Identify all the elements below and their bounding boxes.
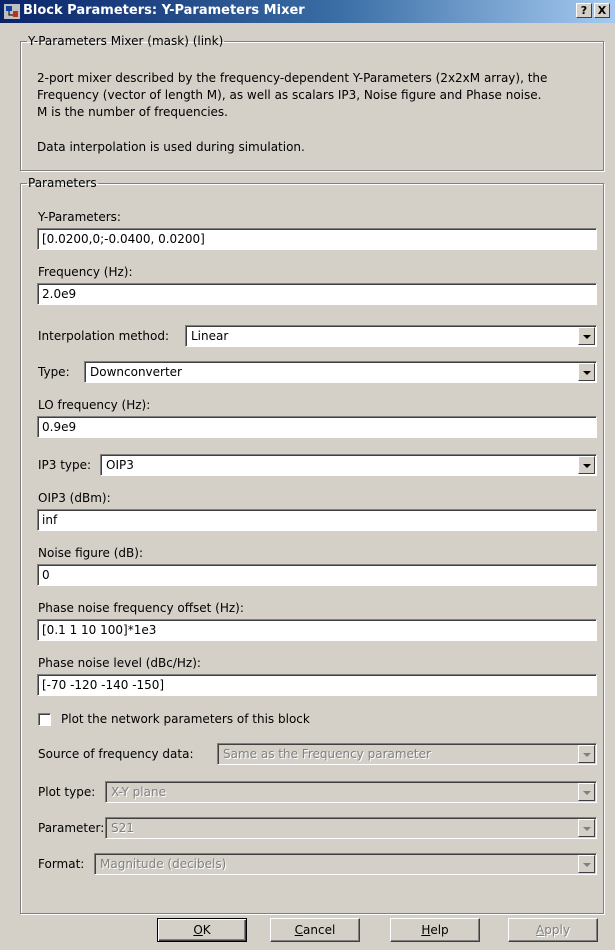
window-title: Block Parameters: Y-Parameters Mixer: [23, 3, 305, 18]
oip3-field[interactable]: inf: [37, 509, 597, 531]
ok-button[interactable]: OK: [157, 918, 247, 942]
ip3-type-value: OIP3: [106, 458, 134, 472]
help-label-rest: elp: [430, 923, 449, 937]
apply-button[interactable]: Apply: [508, 918, 598, 942]
interpolation-value: Linear: [191, 329, 229, 343]
apply-label-rest: pply: [544, 923, 570, 937]
ip3-type-select[interactable]: OIP3: [100, 454, 597, 476]
format-value: Magnitude (decibels): [100, 857, 227, 871]
interpolation-select[interactable]: Linear: [185, 325, 597, 347]
source-frequency-select[interactable]: Same as the Frequency parameter: [217, 743, 597, 765]
cancel-label-rest: ancel: [303, 923, 336, 937]
format-select[interactable]: Magnitude (decibels): [94, 853, 597, 875]
source-frequency-label: Source of frequency data:: [38, 747, 194, 761]
interpolation-label: Interpolation method:: [38, 329, 169, 343]
chevron-down-icon[interactable]: [578, 456, 595, 474]
source-frequency-value: Same as the Frequency parameter: [223, 747, 431, 761]
chevron-down-icon[interactable]: [578, 819, 595, 837]
parameter-value: S21: [111, 821, 134, 835]
oip3-label: OIP3 (dBm):: [38, 491, 111, 505]
frequency-field[interactable]: 2.0e9: [37, 283, 597, 305]
help-title-button[interactable]: ?: [576, 3, 592, 18]
noise-figure-label: Noise figure (dB):: [38, 546, 144, 560]
parameter-label: Parameter:: [38, 821, 105, 835]
simulink-block-icon: [4, 4, 20, 19]
chevron-down-icon[interactable]: [578, 783, 595, 801]
ok-mnemonic: O: [193, 923, 203, 937]
plot-type-value: X-Y plane: [111, 785, 166, 799]
phase-noise-offset-field[interactable]: [0.1 1 10 100]*1e3: [37, 619, 597, 641]
chevron-down-icon[interactable]: [578, 745, 595, 763]
y-parameters-label: Y-Parameters:: [38, 210, 121, 224]
cancel-mnemonic: C: [294, 923, 304, 937]
parameters-group-title: Parameters: [28, 176, 97, 190]
y-parameters-field[interactable]: [0.0200,0;-0.0400, 0.0200]: [37, 228, 597, 250]
description-line-4: Data interpolation is used during simula…: [37, 140, 305, 154]
chevron-down-icon[interactable]: [578, 363, 595, 381]
noise-figure-field[interactable]: 0: [37, 564, 597, 586]
description-line-1: 2-port mixer described by the frequency-…: [37, 71, 548, 85]
plot-network-label[interactable]: Plot the network parameters of this bloc…: [61, 712, 310, 726]
ip3-type-label: IP3 type:: [38, 458, 92, 472]
phase-noise-level-label: Phase noise level (dBc/Hz):: [38, 656, 201, 670]
help-button[interactable]: Help: [390, 918, 480, 942]
type-select[interactable]: Downconverter: [84, 361, 597, 383]
plot-type-select[interactable]: X-Y plane: [105, 781, 597, 803]
chevron-down-icon[interactable]: [578, 855, 595, 873]
ok-label-rest: K: [202, 923, 211, 937]
parameter-select[interactable]: S21: [105, 817, 597, 839]
phase-noise-level-field[interactable]: [-70 -120 -140 -150]: [37, 674, 597, 696]
description-line-3: M is the number of frequencies.: [37, 105, 228, 119]
description-group-title: Y-Parameters Mixer (mask) (link): [28, 34, 224, 48]
format-label: Format:: [38, 857, 85, 871]
type-label: Type:: [38, 365, 70, 379]
frequency-label: Frequency (Hz):: [38, 265, 133, 279]
plot-network-checkbox[interactable]: [38, 713, 51, 726]
type-value: Downconverter: [90, 365, 182, 379]
phase-noise-offset-label: Phase noise frequency offset (Hz):: [38, 601, 244, 615]
title-bar[interactable]: Block Parameters: Y-Parameters Mixer ? X: [0, 0, 615, 23]
plot-type-label: Plot type:: [38, 785, 96, 799]
lo-frequency-label: LO frequency (Hz):: [38, 398, 151, 412]
help-mnemonic: H: [421, 923, 431, 937]
cancel-button[interactable]: Cancel: [270, 918, 360, 942]
chevron-down-icon[interactable]: [578, 327, 595, 345]
lo-frequency-field[interactable]: 0.9e9: [37, 416, 597, 438]
description-line-2: Frequency (vector of length M), as well …: [37, 88, 542, 102]
close-button[interactable]: X: [594, 3, 610, 18]
